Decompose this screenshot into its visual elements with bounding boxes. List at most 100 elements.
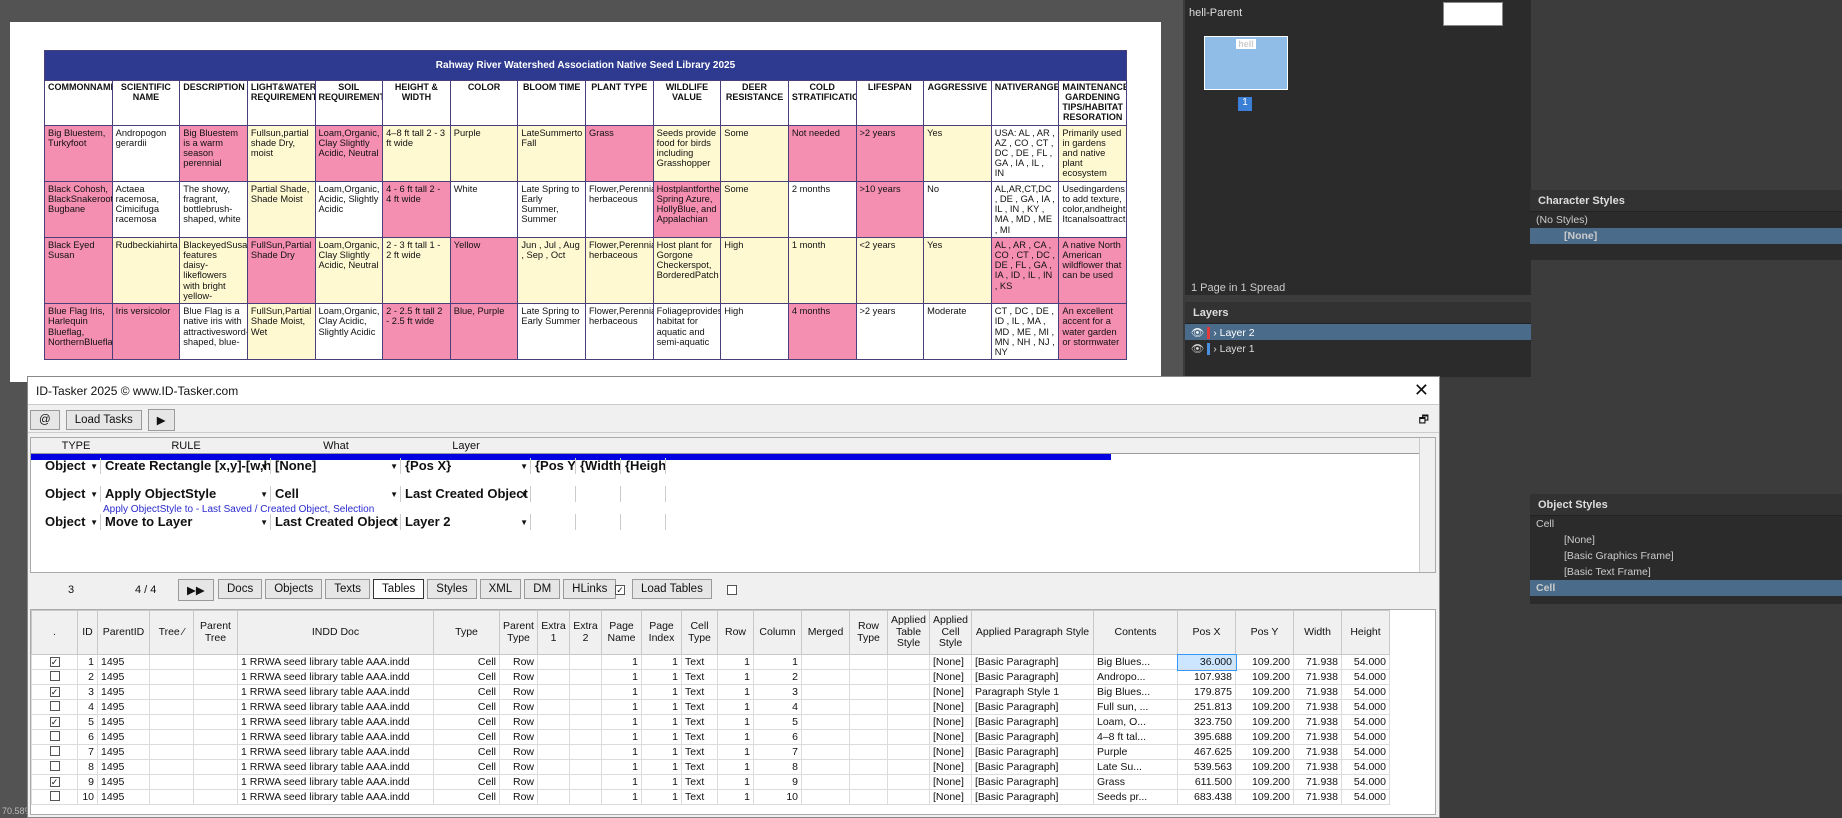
grid-cell[interactable] — [801, 699, 850, 715]
grid-cell[interactable]: 1 — [641, 654, 682, 670]
grid-cell[interactable] — [569, 744, 602, 760]
row-checkbox[interactable]: ✓ — [49, 687, 60, 697]
table-cell[interactable]: Black Eyed Susan — [44, 236, 113, 305]
rules-grid[interactable]: TYPE RULE What Layer Object ▼ Create Recta… — [30, 437, 1436, 573]
row-checkbox-cell[interactable] — [31, 699, 78, 715]
grid-cell[interactable]: 54.000 — [1341, 654, 1390, 670]
table-row[interactable]: 6 1495 1 RRWA seed library table AAA.indd C… — [31, 729, 1390, 745]
rule-type-cell[interactable]: Object ▼ — [41, 514, 101, 530]
rule-rule-cell[interactable]: Create Rectangle [x,y]-[w,h] ▼ — [101, 458, 271, 474]
chevron-right-icon[interactable]: › — [1213, 343, 1217, 355]
row-checkbox-cell[interactable]: ✓ — [31, 774, 78, 790]
grid-cell[interactable] — [801, 744, 850, 760]
grid-cell[interactable]: 1 — [601, 714, 642, 730]
table-cell[interactable]: Andropogon gerardii — [111, 124, 181, 182]
object-style-item[interactable]: [Basic Text Frame] — [1530, 564, 1842, 580]
rule-what-cell[interactable]: [None] ▼ — [271, 458, 401, 474]
grid-cell[interactable] — [849, 759, 888, 775]
table-cell[interactable]: Moderate — [923, 303, 992, 361]
table-cell[interactable]: <2 years — [855, 236, 925, 305]
row-checkbox[interactable] — [49, 760, 60, 771]
grid-cell[interactable]: Cell — [433, 714, 500, 730]
fast-forward-button[interactable]: ▶▶ — [178, 579, 214, 601]
grid-cell[interactable]: 10 — [77, 789, 98, 805]
tab-objects[interactable]: Objects — [265, 579, 323, 599]
grid-column-header[interactable]: Cell Type — [681, 610, 718, 655]
rule-c6-cell[interactable] — [576, 514, 621, 530]
table-cell[interactable]: AL , AR , CA , CO , CT , DC , DE , FL , … — [990, 236, 1060, 305]
grid-cell[interactable]: 54.000 — [1341, 789, 1390, 805]
grid-cell[interactable]: 71.938 — [1293, 684, 1342, 700]
table-header-cell[interactable]: LIGHT&WATER REQUIREMENT — [246, 80, 316, 126]
seed-library-table[interactable]: Rahway River Watershed Association Nativ… — [44, 50, 1127, 361]
table-cell[interactable]: >2 years — [855, 303, 925, 361]
table-cell[interactable]: Big Bluestem is a warm season perennial — [179, 124, 248, 182]
row-checkbox[interactable]: ✓ — [49, 657, 60, 667]
grid-column-header[interactable]: Applied Table Style — [887, 610, 930, 655]
table-header-cell[interactable]: COLOR — [449, 80, 519, 126]
row-checkbox[interactable] — [49, 670, 60, 681]
eye-icon[interactable]: 👁 — [1191, 343, 1204, 355]
grid-cell[interactable] — [801, 714, 850, 730]
table-cell[interactable]: Primarily used in gardens and native pla… — [1058, 124, 1127, 182]
grid-cell[interactable]: Text — [681, 774, 718, 790]
grid-cell[interactable]: 1 RRWA seed library table AAA.indd — [237, 729, 434, 745]
grid-cell[interactable]: 4 — [77, 699, 98, 715]
load-tables-button[interactable]: Load Tables — [632, 579, 712, 599]
grid-column-header[interactable]: Page Index — [641, 610, 682, 655]
grid-cell[interactable]: [Basic Paragraph] — [971, 744, 1094, 760]
grid-cell[interactable]: 109.200 — [1235, 669, 1294, 685]
grid-column-header[interactable]: Type — [433, 610, 500, 655]
grid-cell[interactable]: 1 — [753, 654, 802, 670]
grid-column-header[interactable]: Merged — [801, 610, 850, 655]
table-cell[interactable]: LateSummerto Fall — [517, 124, 586, 182]
grid-column-header[interactable]: Pos Y — [1235, 610, 1294, 655]
table-cell[interactable]: >2 years — [855, 124, 925, 182]
grid-cell[interactable] — [537, 669, 570, 685]
grid-cell[interactable]: [None] — [929, 699, 972, 715]
grid-cell[interactable]: 1495 — [97, 774, 150, 790]
grid-cell[interactable] — [849, 774, 888, 790]
grid-cell[interactable] — [569, 684, 602, 700]
dropdown-arrow-icon[interactable]: ▼ — [260, 490, 268, 499]
grid-cell[interactable]: 1495 — [97, 654, 150, 670]
grid-column-header[interactable]: Parent Type — [499, 610, 538, 655]
table-cell[interactable]: Seeds provide food for birds including G… — [652, 124, 722, 182]
grid-column-header[interactable]: . — [31, 610, 78, 655]
table-row[interactable]: 10 1495 1 RRWA seed library table AAA.indd… — [31, 789, 1390, 805]
grid-cell[interactable] — [887, 744, 930, 760]
grid-column-header[interactable]: Parent Tree — [193, 610, 238, 655]
grid-cell[interactable] — [887, 774, 930, 790]
eye-icon[interactable]: 👁 — [1191, 327, 1204, 339]
table-cell[interactable]: 4 months — [787, 303, 857, 361]
table-cell[interactable]: Not needed — [787, 124, 857, 182]
grid-cell[interactable]: 1 — [641, 699, 682, 715]
grid-cell[interactable]: 1495 — [97, 699, 150, 715]
rule-rule-cell[interactable]: Move to Layer ▼ — [101, 514, 271, 530]
table-cell[interactable]: Foliageprovides habitat for aquatic and … — [652, 303, 722, 361]
table-cell[interactable]: Hostplantforthe Spring Azure, HollyBlue,… — [652, 180, 722, 238]
grid-cell[interactable]: [Basic Paragraph] — [971, 654, 1094, 670]
grid-cell[interactable]: 54.000 — [1341, 669, 1390, 685]
grid-cell[interactable]: 1 — [77, 654, 98, 670]
grid-cell[interactable]: 7 — [753, 744, 802, 760]
grid-cell[interactable] — [849, 684, 888, 700]
table-cell[interactable]: A native North American wildflower that … — [1058, 236, 1127, 305]
grid-column-header[interactable]: Column — [753, 610, 802, 655]
row-checkbox-cell[interactable]: ✓ — [31, 714, 78, 730]
grid-cell[interactable]: 3 — [77, 684, 98, 700]
layers-panel-title[interactable]: Layers — [1185, 302, 1531, 324]
grid-cell[interactable]: 1 — [717, 789, 754, 805]
rule-c7-cell[interactable] — [621, 486, 666, 502]
grid-cell[interactable] — [193, 789, 238, 805]
grid-cell[interactable]: Text — [681, 714, 718, 730]
no-styles-row[interactable]: (No Styles) — [1530, 212, 1842, 228]
grid-cell[interactable]: Cell — [433, 669, 500, 685]
grid-cell[interactable]: 54.000 — [1341, 759, 1390, 775]
grid-column-header[interactable]: Tree ⁄ — [149, 610, 194, 655]
table-cell[interactable]: No — [923, 180, 992, 238]
grid-cell[interactable]: [None] — [929, 714, 972, 730]
table-header-cell[interactable]: COLD STRATIFICATION — [787, 80, 857, 126]
rules-scrollbar[interactable] — [1419, 438, 1435, 572]
table-cell[interactable]: Usedingardens to add texture, color,andh… — [1058, 180, 1127, 238]
